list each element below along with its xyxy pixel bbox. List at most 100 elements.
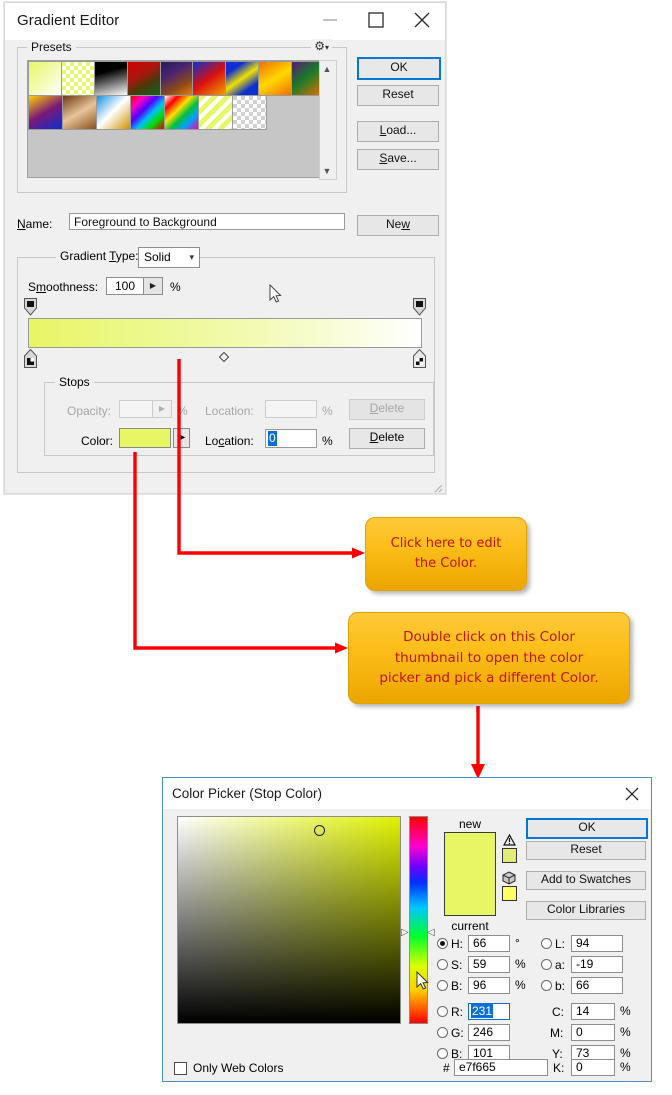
preset-swatch[interactable] — [258, 61, 293, 96]
preset-swatch[interactable] — [225, 61, 260, 96]
radio-blue[interactable] — [437, 1048, 448, 1059]
color-stop-right[interactable] — [413, 348, 426, 368]
mouse-pointer-icon — [416, 970, 429, 993]
preset-swatch[interactable] — [126, 61, 161, 96]
current-color-label: current — [451, 919, 489, 933]
color-swatch[interactable] — [119, 428, 171, 448]
opacity-input — [119, 400, 153, 418]
smoothness-input[interactable]: 100 — [106, 277, 144, 295]
color-libraries-button[interactable]: Color Libraries — [526, 901, 646, 920]
radio-red[interactable] — [437, 1006, 448, 1017]
gradient-name-input[interactable]: Foreground to Background — [69, 213, 345, 230]
callout-line: picker and pick a different Color. — [379, 670, 599, 687]
b-label: b: — [555, 979, 566, 993]
close-icon[interactable] — [399, 3, 445, 35]
new-button[interactable]: New — [357, 215, 439, 236]
preset-swatch[interactable] — [28, 61, 62, 96]
green-input[interactable]: 246 — [468, 1024, 510, 1041]
opacity-stop-left[interactable] — [24, 298, 37, 316]
radio-hue[interactable] — [437, 938, 448, 949]
circle-marker-icon[interactable] — [314, 825, 325, 836]
mouse-pointer-icon — [269, 283, 282, 306]
preset-swatch[interactable] — [62, 95, 97, 130]
radio-green[interactable] — [437, 1027, 448, 1038]
radio-brightness[interactable] — [437, 980, 448, 991]
a-input[interactable]: -19 — [571, 956, 623, 973]
color-stop-left[interactable] — [24, 348, 37, 368]
brightness-unit: % — [515, 978, 526, 992]
load-button[interactable]: Load... — [357, 121, 439, 142]
reset-button[interactable]: Reset — [357, 85, 439, 106]
preset-swatch[interactable] — [164, 95, 199, 130]
out-of-gamut-warning-icon[interactable] — [502, 833, 517, 849]
gear-icon[interactable]: ⚙▾ — [311, 39, 332, 53]
lightness-input[interactable]: 94 — [571, 935, 623, 952]
preset-swatch[interactable] — [232, 95, 267, 130]
saturation-brightness-field[interactable] — [177, 816, 401, 1024]
add-to-swatches-button[interactable]: Add to Swatches — [526, 871, 646, 890]
preset-swatch[interactable] — [93, 61, 128, 96]
web-safe-swatch[interactable] — [502, 886, 517, 901]
scroll-down-icon[interactable]: ▼ — [320, 164, 334, 178]
close-icon[interactable] — [613, 778, 651, 808]
maximize-icon[interactable] — [353, 3, 399, 35]
presets-row — [28, 95, 324, 130]
radio-a[interactable] — [541, 959, 552, 970]
only-web-colors-checkbox[interactable] — [174, 1062, 187, 1075]
delete-color-stop-button[interactable]: Delete — [349, 428, 425, 449]
preset-swatch[interactable] — [60, 61, 95, 96]
resize-grip-icon[interactable] — [434, 482, 443, 493]
preset-swatch[interactable] — [192, 61, 227, 96]
radio-b[interactable] — [541, 980, 552, 991]
gradient-type-select[interactable]: Solid ▾ — [138, 247, 200, 268]
color-picker-reset-button[interactable]: Reset — [526, 841, 646, 860]
preset-swatch[interactable] — [159, 61, 194, 96]
radio-lightness[interactable] — [541, 938, 552, 949]
save-button[interactable]: Save... — [357, 149, 439, 170]
red-input[interactable]: 231 — [468, 1003, 510, 1020]
diamond-icon[interactable] — [218, 351, 230, 363]
presets-label: Presets — [27, 40, 76, 54]
black-unit: % — [620, 1060, 631, 1074]
saturation-label: S: — [451, 958, 463, 972]
gradient-bar[interactable] — [28, 318, 422, 348]
green-label: G: — [451, 1026, 464, 1040]
yellow-label: Y: — [552, 1047, 563, 1061]
black-input[interactable]: 0 — [571, 1059, 615, 1076]
preset-swatch[interactable] — [28, 95, 63, 130]
hex-input[interactable]: e7f665 — [454, 1059, 548, 1076]
hue-input[interactable]: 66 — [468, 935, 510, 952]
radio-saturation[interactable] — [437, 959, 448, 970]
color-location-label: Location: — [205, 434, 254, 448]
preset-swatch[interactable] — [198, 95, 233, 130]
ok-button[interactable]: OK — [357, 57, 441, 80]
color-label: Color: — [81, 434, 114, 448]
chevron-down-icon: ▾ — [189, 252, 194, 262]
saturation-input[interactable]: 59 — [468, 956, 510, 973]
hue-label: H: — [451, 937, 463, 951]
cyan-input[interactable]: 14 — [571, 1003, 615, 1020]
hex-hash-label: # — [443, 1061, 450, 1075]
minimize-icon[interactable] — [307, 3, 353, 35]
gamut-alternative-swatch[interactable] — [502, 848, 517, 863]
presets-swatch-list[interactable] — [27, 60, 325, 178]
color-dropdown-arrow-icon[interactable]: ▶ — [173, 428, 190, 448]
smoothness-spinner-icon[interactable]: ▶ — [144, 277, 163, 295]
color-location-input[interactable]: 0 — [265, 429, 317, 448]
color-location-unit: % — [322, 434, 333, 448]
new-current-color-swatch[interactable] — [444, 832, 496, 916]
opacity-stop-right[interactable] — [413, 298, 426, 316]
b-input[interactable]: 66 — [571, 977, 623, 994]
gradient-editor-window: Gradient Editor Presets ⚙▾ ▲ ▼ OK Reset … — [4, 2, 446, 494]
color-picker-title: Color Picker (Stop Color) — [172, 786, 323, 801]
brightness-input[interactable]: 96 — [468, 977, 510, 994]
gradient-type-label: Gradient Type: — [56, 249, 143, 263]
color-picker-ok-button[interactable]: OK — [526, 818, 648, 839]
scroll-up-icon[interactable]: ▲ — [320, 62, 334, 76]
magenta-input[interactable]: 0 — [571, 1024, 615, 1041]
black-label: K: — [553, 1061, 565, 1075]
preset-swatch[interactable] — [96, 95, 131, 130]
presets-scrollbar[interactable]: ▲ ▼ — [319, 60, 337, 180]
preset-swatch[interactable] — [130, 95, 165, 130]
magenta-unit: % — [620, 1025, 631, 1039]
